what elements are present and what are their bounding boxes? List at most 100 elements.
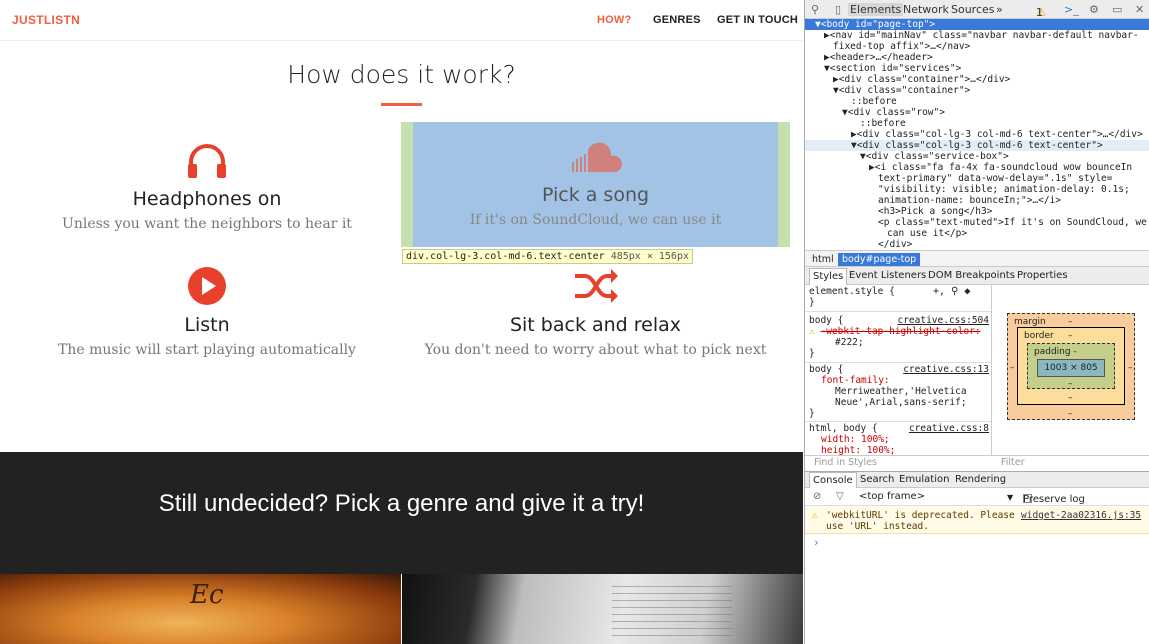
rule-source-link[interactable]: creative.css:13	[903, 364, 989, 375]
service-title: Sit back and relax	[509, 314, 682, 336]
website-viewport: JUSTLISTN HOW? GENRES GET IN TOUCH How d…	[0, 0, 803, 644]
tab-emulation[interactable]: Emulation	[899, 474, 949, 485]
service-text: If it's on SoundCloud, we can use it	[469, 212, 722, 228]
drawer-tabs: Console Search Emulation Rendering	[805, 471, 1149, 488]
inspector-tooltip: div.col-lg-3.col-md-6.text-center 485px …	[402, 249, 693, 264]
tab-elements[interactable]: Elements	[848, 3, 904, 16]
dom-node-line[interactable]: <h3>Pick a song</h3>	[805, 206, 1149, 217]
service-text: Unless you want the neighbors to hear it	[62, 216, 352, 232]
nav-link-genres[interactable]: GENRES	[653, 14, 701, 26]
genre-photo-sheet-music[interactable]	[402, 574, 803, 644]
section-title: How does it work?	[287, 60, 516, 89]
warning-icon: ⚠	[809, 326, 815, 337]
rule-source-link[interactable]: creative.css:504	[897, 315, 989, 326]
warning-icon: ⚠	[812, 510, 818, 521]
title-divider	[381, 103, 422, 106]
dom-node-line[interactable]: ▼<div class="row">	[805, 107, 1149, 118]
tab-styles[interactable]: Styles	[809, 268, 848, 285]
clear-console-icon[interactable]: ⊘	[813, 491, 821, 502]
nav-link-get-in-touch[interactable]: GET IN TOUCH	[717, 14, 798, 26]
console-drawer-icon[interactable]: >_	[1064, 3, 1079, 16]
tab-sources[interactable]: Sources	[951, 3, 995, 16]
boxmodel-margin-label: margin	[1014, 317, 1046, 327]
dom-node-line[interactable]: ▼<section id="services">	[805, 63, 1149, 74]
tab-rendering[interactable]: Rendering	[955, 474, 1006, 485]
dom-node-line[interactable]: animation-name: bounceIn;">…</i>	[805, 195, 1149, 206]
cta-heading: Still undecided? Pick a genre and give i…	[158, 490, 645, 517]
service-box-play: Listn The music will start playing autom…	[40, 266, 374, 358]
new-rule-icon[interactable]: +, ⚲ ◆	[933, 286, 970, 297]
dom-node-line[interactable]: ▼<div class="container">	[805, 85, 1149, 96]
dom-node-line[interactable]: ▶<header>…</header>	[805, 52, 1149, 63]
boxmodel-padding-label: padding -	[1034, 347, 1077, 357]
play-icon	[188, 267, 226, 305]
dom-node-line[interactable]: ▶<nav id="mainNav" class="navbar navbar-…	[805, 30, 1149, 41]
breadcrumb-html[interactable]: html	[808, 253, 838, 266]
service-title: Listn	[184, 314, 230, 336]
brand-logo[interactable]: JUSTLISTN	[12, 13, 80, 27]
dock-icon[interactable]: ▭	[1112, 3, 1122, 16]
shuffle-icon	[574, 269, 618, 303]
dom-node-line[interactable]: text-primary" data-wow-delay=".1s" style…	[805, 173, 1149, 184]
styles-pane-tabs: Styles Event Listeners DOM Breakpoints P…	[805, 267, 1149, 285]
service-text: The music will start playing automatical…	[58, 342, 356, 358]
settings-gear-icon[interactable]: ⚙	[1089, 3, 1099, 16]
dom-node-line[interactable]: ▶<div class="container">…</div>	[805, 74, 1149, 85]
boxmodel-content: 1003 × 805	[1037, 359, 1105, 377]
dom-node-line[interactable]: ::before	[805, 118, 1149, 129]
find-in-styles-input[interactable]: Find in Styles	[814, 457, 877, 468]
tab-console[interactable]: Console	[809, 472, 857, 488]
dom-tree[interactable]: ▼<body id="page-top"> ▶<nav id="mainNav" …	[805, 19, 1149, 250]
dom-node-line[interactable]: ▼<div class="service-box">	[805, 151, 1149, 162]
rule-selector: body {	[809, 315, 844, 326]
tab-event-listeners[interactable]: Event Listeners	[849, 270, 926, 281]
headphones-icon	[188, 144, 226, 178]
devtools-toolbar: ⚲ ▯ Elements Network Sources » ⚠ 1 >_ ⚙ ▭…	[805, 0, 1149, 19]
service-box-shuffle: Sit back and relax You don't need to wor…	[413, 266, 778, 358]
dom-node-line[interactable]: fixed-top affix">…</nav>	[805, 41, 1149, 52]
close-icon[interactable]: ✕	[1135, 3, 1144, 16]
service-box-soundcloud: Pick a song If it's on SoundCloud, we ca…	[413, 142, 778, 228]
dom-node-line[interactable]: can use it</p>	[805, 228, 1149, 239]
console-prompt[interactable]: ›	[813, 536, 820, 549]
console-toolbar: ⊘ ▽ <top frame> ▼ Preserve log	[805, 488, 1149, 506]
rule-selector: html, body {	[809, 423, 878, 434]
rule-source-link[interactable]: creative.css:8	[909, 423, 989, 434]
dom-node-line[interactable]: </div>	[805, 239, 1149, 250]
breadcrumb: html body#page-top	[805, 250, 1149, 267]
service-text: You don't need to worry about what to pi…	[424, 342, 767, 358]
soundcloud-icon	[571, 142, 622, 172]
filter-funnel-icon[interactable]: ▽	[836, 491, 844, 502]
rule-selector: element.style {	[809, 286, 895, 297]
photo-signature: Ec	[190, 580, 224, 610]
dom-node-line[interactable]: "visibility: visible; animation-delay: 0…	[805, 184, 1149, 195]
dom-node-line[interactable]: ▼<body id="page-top">	[805, 19, 1149, 30]
service-title: Pick a song	[541, 184, 650, 206]
chevron-down-icon[interactable]: ▼	[1007, 493, 1013, 502]
dom-node-line[interactable]: ▶<div class="col-lg-3 col-md-6 text-cent…	[805, 129, 1149, 140]
dom-node-line[interactable]: ::before	[805, 96, 1149, 107]
genre-photo-guitar[interactable]: Ec	[0, 574, 401, 644]
tab-network[interactable]: Network	[903, 3, 949, 16]
device-mode-icon[interactable]: ▯	[835, 3, 841, 16]
frame-selector[interactable]: <top frame>	[859, 491, 925, 502]
tab-properties[interactable]: Properties	[1017, 270, 1068, 281]
dom-node-line[interactable]: ▶<i class="fa fa-4x fa-soundcloud wow bo…	[805, 162, 1149, 173]
dom-node-line[interactable]: <p class="text-muted">If it's on SoundCl…	[805, 217, 1149, 228]
console-source-link[interactable]: widget-2aa02316.js:35	[1021, 510, 1141, 521]
search-icon[interactable]: ⚲	[811, 3, 819, 16]
tab-dom-breakpoints[interactable]: DOM Breakpoints	[928, 270, 1015, 281]
filter-input[interactable]: Filter	[1001, 457, 1025, 468]
service-title: Headphones on	[132, 188, 282, 210]
service-box-headphones: Headphones on Unless you want the neighb…	[40, 142, 374, 232]
rule-selector: body {	[809, 364, 844, 375]
console-warning-message: ⚠ 'webkitURL' is deprecated. Please use …	[805, 507, 1149, 534]
navbar: JUSTLISTN HOW? GENRES GET IN TOUCH	[0, 0, 803, 41]
styles-filter-row: Find in Styles Filter	[805, 455, 1149, 470]
more-tabs-button[interactable]: »	[996, 3, 1003, 16]
breadcrumb-body[interactable]: body#page-top	[838, 253, 921, 266]
nav-link-how[interactable]: HOW?	[597, 14, 631, 26]
tab-search[interactable]: Search	[860, 474, 894, 485]
css-rules-list[interactable]: element.style { +, ⚲ ◆ } body { creative…	[805, 285, 992, 455]
dom-node-line[interactable]: ▼<div class="col-lg-3 col-md-6 text-cent…	[805, 140, 1149, 151]
